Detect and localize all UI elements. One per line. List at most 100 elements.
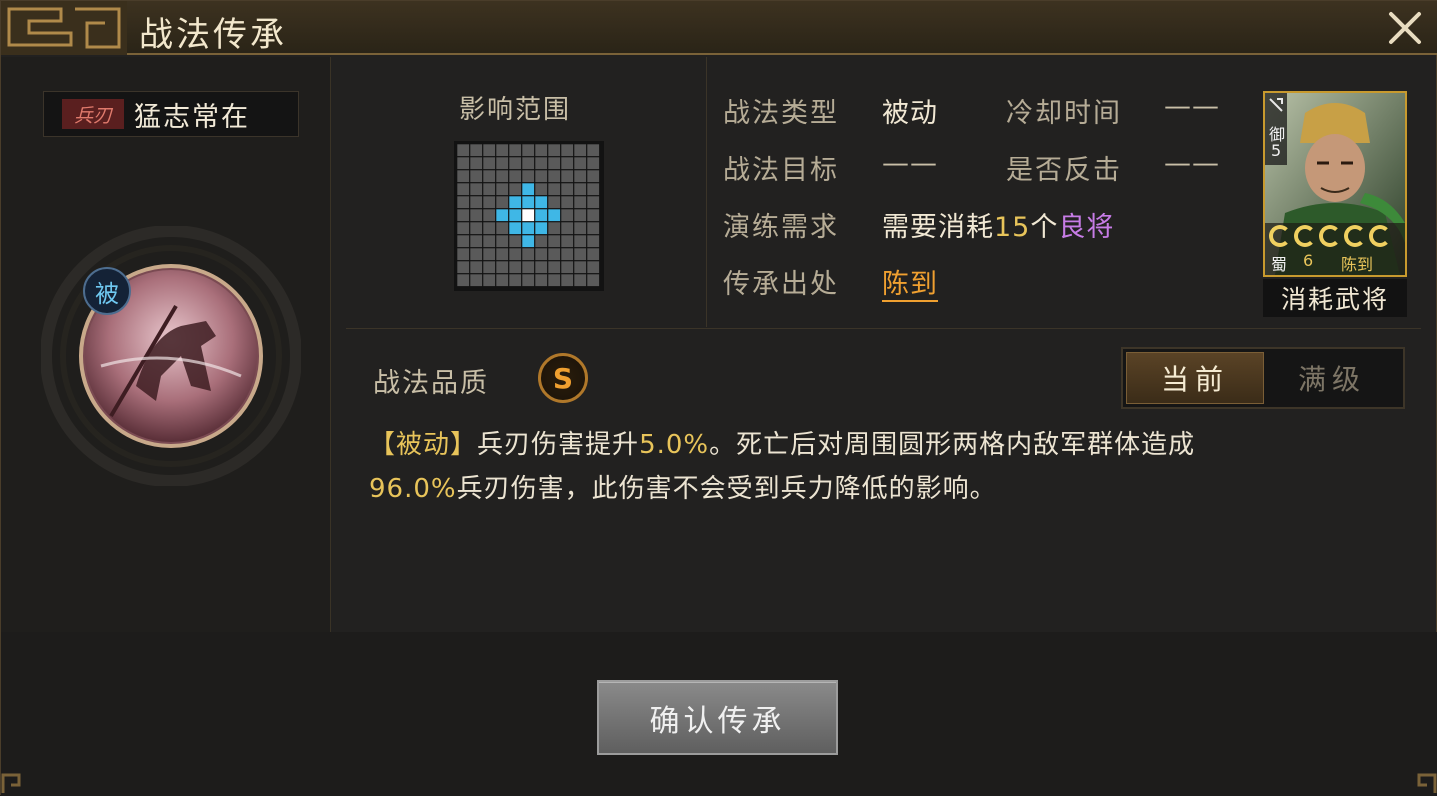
desc-tag: 被动 [396,430,451,460]
range-cell [496,261,509,274]
skill-name-box: 兵刃 猛志常在 [43,91,299,137]
troop-level: 5 [1271,141,1282,160]
range-cell [457,144,470,157]
train-requirement-label: 演练需求 [723,212,839,243]
range-hit-cell [548,209,561,222]
range-cell [509,144,522,157]
train-item: 良将 [1058,212,1115,243]
range-cell [535,144,548,157]
range-cell [587,144,600,157]
range-cell [470,144,483,157]
range-grid [454,141,604,291]
range-cell [587,170,600,183]
corner-ornament-icon [1417,773,1437,793]
range-cell [470,222,483,235]
range-cell [457,157,470,170]
tab-current-level[interactable]: 当前 [1126,352,1264,404]
range-center-cell [522,209,535,222]
range-cell [535,248,548,261]
range-cell [483,209,496,222]
range-cell [496,248,509,261]
passive-badge: 被 [83,267,131,315]
title-ornament-icon [1,1,127,55]
range-cell [509,274,522,287]
range-cell [574,196,587,209]
star-icon [1269,225,1291,247]
range-cell [574,222,587,235]
range-cell [535,183,548,196]
range-cell [574,183,587,196]
desc-value: 5.0% [639,430,710,460]
range-cell [535,274,548,287]
range-cell [587,248,600,261]
level-toggle: 当前 满级 [1121,347,1405,409]
close-button[interactable] [1381,7,1429,49]
general-portrait [1265,93,1405,275]
range-cell [509,235,522,248]
range-cell [470,261,483,274]
range-hit-cell [522,222,535,235]
range-cell [457,235,470,248]
consume-general-label: 消耗武将 [1263,279,1407,317]
range-cell [470,196,483,209]
range-cell [457,196,470,209]
star-icon [1294,225,1316,247]
range-cell [574,248,587,261]
range-cell [587,261,600,274]
range-cell [457,209,470,222]
range-hit-cell [522,235,535,248]
range-cell [548,183,561,196]
skill-target-label: 战法目标 [723,155,839,186]
range-cell [535,170,548,183]
range-cell [561,157,574,170]
star-icon [1369,225,1391,247]
range-cell [587,183,600,196]
source-general-link[interactable]: 陈到 [882,269,938,302]
range-cell [574,144,587,157]
range-cell [522,261,535,274]
range-cell [470,183,483,196]
range-cell [548,274,561,287]
title-bar: 战法传承 [1,1,1437,55]
range-cell [483,157,496,170]
range-hit-cell [535,222,548,235]
range-hit-cell [496,209,509,222]
range-cell [470,274,483,287]
range-cell [457,261,470,274]
desc-bracket-open: 【 [369,430,397,460]
range-cell [483,274,496,287]
range-cell [483,261,496,274]
range-cell [561,222,574,235]
range-cell [457,170,470,183]
range-cell [561,235,574,248]
confirm-inherit-button[interactable]: 确认传承 [597,680,838,755]
range-cell [574,274,587,287]
range-cell [496,235,509,248]
range-cell [535,235,548,248]
skill-target-value: —— [882,148,938,179]
range-cell [483,235,496,248]
tab-max-level[interactable]: 满级 [1264,352,1400,404]
skill-emblem-icon [41,226,301,486]
general-card[interactable]: 御 5 蜀 6 陈到 [1263,91,1407,277]
skill-type-tag: 兵刃 [62,99,124,129]
range-cell [496,170,509,183]
range-cell [548,157,561,170]
range-hit-cell [535,209,548,222]
desc-bracket-close: 】 [450,430,478,460]
general-name: 陈到 [1341,255,1374,274]
range-cell [509,157,522,170]
general-faction: 蜀 [1271,255,1288,274]
range-hit-cell [522,183,535,196]
range-cell [548,261,561,274]
corner-ornament-icon [1,773,21,793]
range-cell [483,183,496,196]
range-cell [496,222,509,235]
quality-label: 战法品质 [373,368,489,399]
range-cell [470,248,483,261]
range-cell [574,170,587,183]
range-cell [548,222,561,235]
range-cell [457,222,470,235]
range-cell [457,183,470,196]
range-cell [483,170,496,183]
